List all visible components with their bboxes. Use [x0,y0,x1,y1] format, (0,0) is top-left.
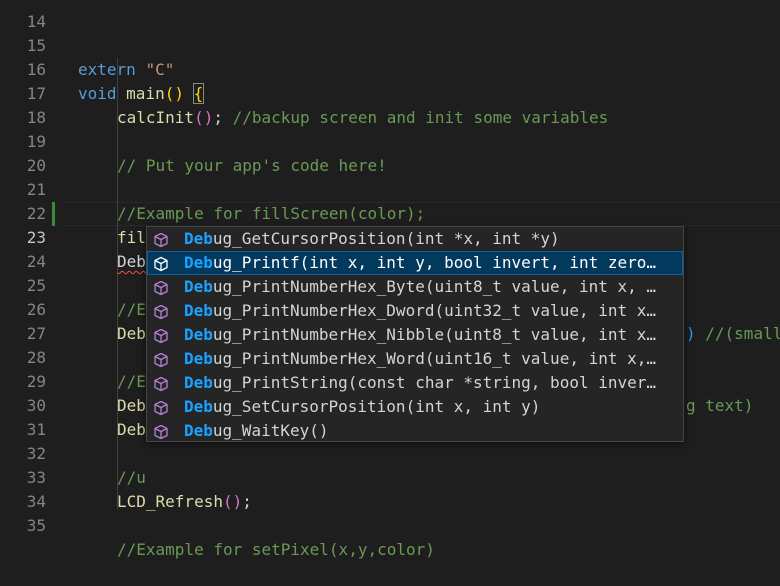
suggestion-signature: ug_GetCursorPosition(int *x, int *y) [212,229,560,248]
comment: //Example for setPixel(x,y,color) [117,540,435,559]
method-cube-icon [153,423,169,440]
suggestion-item[interactable]: Debug_GetCursorPosition(int *x, int *y) [147,227,683,251]
code-line-16[interactable]: 16 void main() { [0,34,780,104]
method-cube-icon [153,255,169,272]
code-line-17[interactable]: 17 calcInit(); //backup screen and init … [0,58,780,127]
suggestion-label: Debug_PrintString(const char *string, bo… [184,371,656,395]
code-text: //Example for setPixel(x,y,color) [117,538,435,562]
code-editor[interactable]: 14 15 extern "C" 16 void main() { 17 cal… [0,0,780,559]
suggestion-label: Debug_WaitKey() [184,419,329,443]
suggestion-match-highlight: Deb [184,229,213,248]
code-line-19[interactable]: 19 // Put your app's code here! [0,106,780,175]
suggestion-signature: ug_PrintNumberHex_Word(uint16_t value, i… [212,349,657,368]
suggestion-signature: ug_SetCursorPosition(int x, int y) [212,397,541,416]
suggestion-item[interactable]: Debug_PrintNumberHex_Nibble(uint8_t valu… [147,323,683,347]
method-cube-icon [153,303,169,320]
suggestion-match-highlight: Deb [184,325,213,344]
suggestion-label: Debug_PrintNumberHex_Nibble(uint8_t valu… [184,323,656,347]
suggestion-label: Debug_Printf(int x, int y, bool invert, … [184,251,656,275]
suggestion-item[interactable]: Debug_Printf(int x, int y, bool invert, … [147,251,683,275]
suggestion-signature: ug_PrintNumberHex_Dword(uint32_t value, … [212,301,657,320]
suggestion-match-highlight: Deb [184,253,213,272]
code-line-15[interactable]: 15 extern "C" [0,10,780,79]
code-line-22[interactable]: 22 fillScreen(color: color(R: 0,G: 64,B:… [0,178,780,247]
suggestion-match-highlight: Deb [184,397,213,416]
code-line-14[interactable]: 14 [0,0,780,31]
suggestion-label: Debug_PrintNumberHex_Dword(uint32_t valu… [184,299,656,323]
autocomplete-suggest-widget[interactable]: Debug_GetCursorPosition(int *x, int *y) D… [146,226,684,442]
suggestion-signature: ug_PrintNumberHex_Byte(uint8_t value, in… [212,277,657,296]
suggestion-match-highlight: Deb [184,349,213,368]
suggestion-label: Debug_PrintNumberHex_Byte(uint8_t value,… [184,275,656,299]
code-line-35[interactable]: 35 //Example for setPixel(x,y,color) [0,490,780,559]
suggestion-match-highlight: Deb [184,301,213,320]
suggestion-item[interactable]: Debug_PrintNumberHex_Dword(uint32_t valu… [147,299,683,323]
method-cube-icon [153,279,169,296]
method-cube-icon [153,351,169,368]
suggestion-label: Debug_SetCursorPosition(int x, int y) [184,395,540,419]
code-line-18[interactable]: 18 [0,82,780,127]
method-cube-icon [153,327,169,344]
suggestion-item[interactable]: Debug_SetCursorPosition(int x, int y) [147,395,683,419]
suggestion-signature: ug_PrintString(const char *string, bool … [212,373,657,392]
suggestion-item[interactable]: Debug_PrintNumberHex_Byte(uint8_t value,… [147,275,683,299]
suggestion-item[interactable]: Debug_PrintNumberHex_Word(uint16_t value… [147,347,683,371]
suggestion-match-highlight: Deb [184,277,213,296]
suggestion-match-highlight: Deb [184,373,213,392]
code-line-23[interactable]: 23 Deb [0,202,780,271]
method-cube-icon [153,399,169,416]
method-cube-icon [153,231,169,248]
line-number: 35 [26,516,46,535]
suggestion-signature: ug_Printf(int x, int y, bool invert, int… [212,253,657,272]
suggestion-signature: ug_PrintNumberHex_Nibble(uint8_t value, … [212,325,657,344]
suggestion-label: Debug_PrintNumberHex_Word(uint16_t value… [184,347,656,371]
code-line-33[interactable]: 33 LCD_Refresh(); [0,442,780,511]
suggestion-item[interactable]: Debug_WaitKey() [147,419,683,443]
code-line-21[interactable]: 21 //Example for fillScreen(color); [0,154,780,223]
code-line-20[interactable]: 20 [0,130,780,175]
suggestion-item[interactable]: Debug_PrintString(const char *string, bo… [147,371,683,395]
suggestion-label: Debug_GetCursorPosition(int *x, int *y) [184,227,560,251]
method-cube-icon [153,375,169,392]
code-line-34[interactable]: 34 [0,466,780,511]
suggestion-match-highlight: Deb [184,421,213,440]
suggestion-signature: ug_WaitKey() [212,421,329,440]
